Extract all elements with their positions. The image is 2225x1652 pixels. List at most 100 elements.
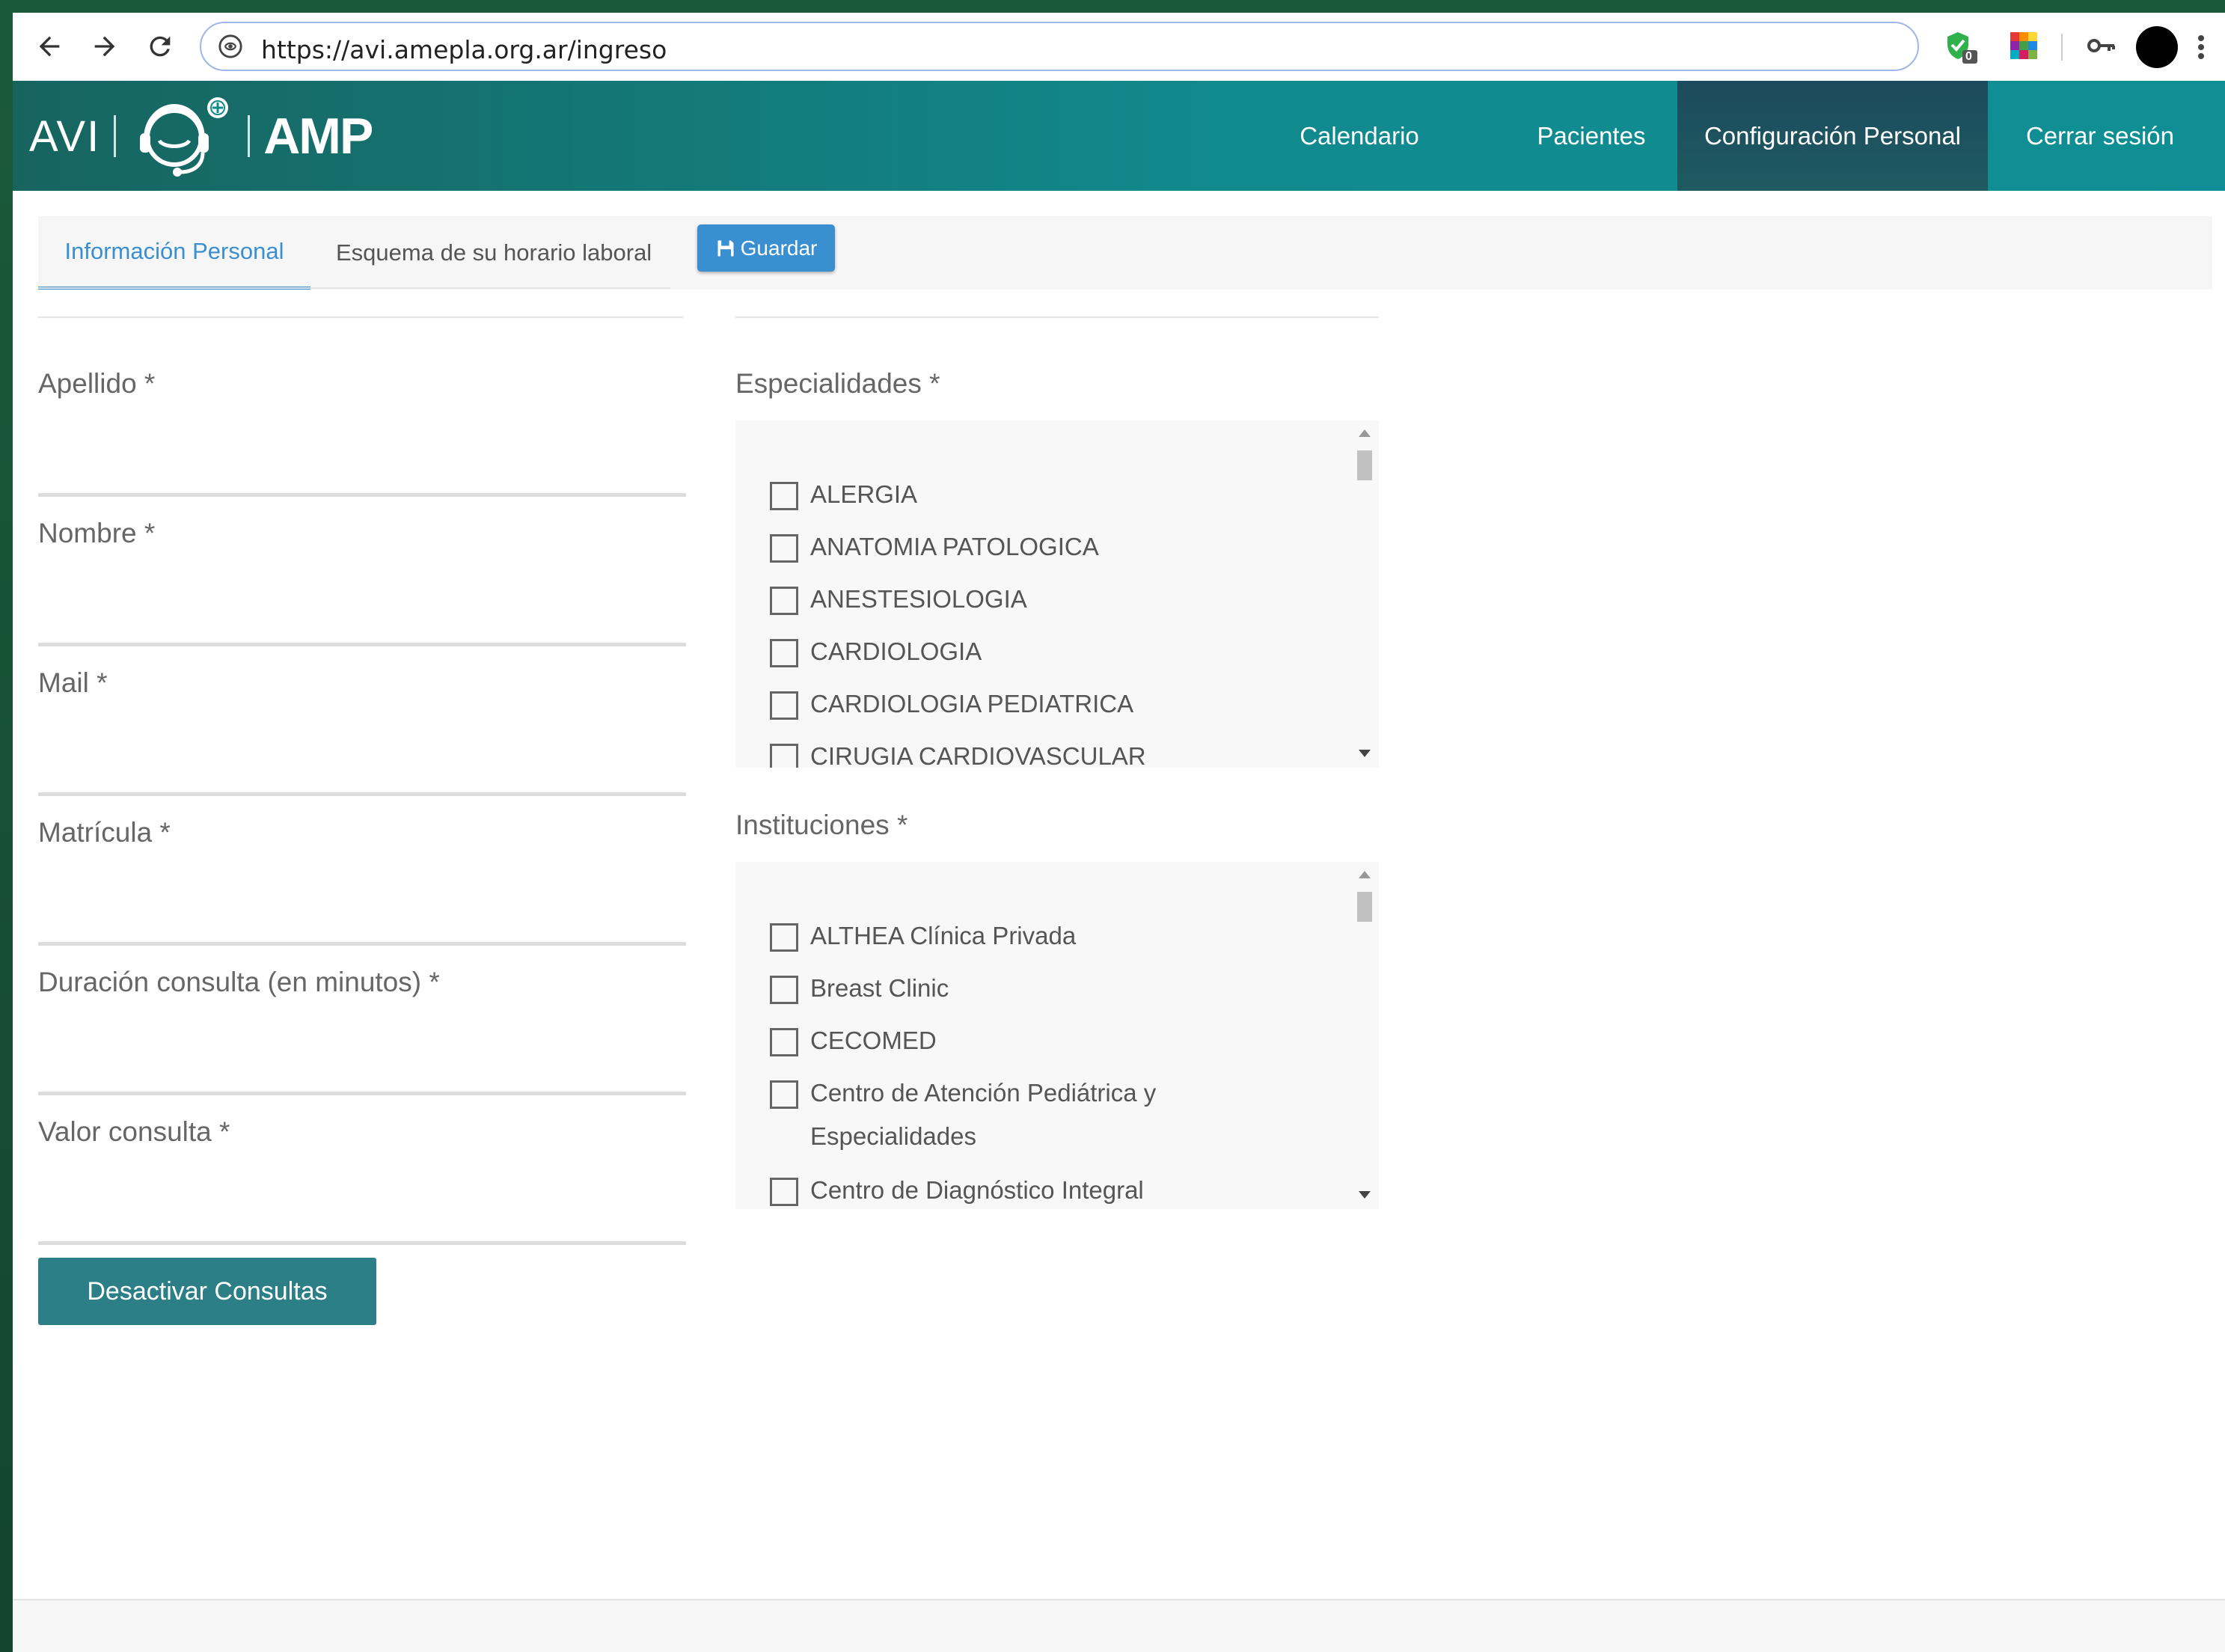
- checkbox[interactable]: [770, 1028, 798, 1056]
- checkbox[interactable]: [770, 691, 798, 720]
- tab-underline: [38, 287, 670, 289]
- headset-doctor-icon: [140, 97, 229, 177]
- color-extension-button[interactable]: [2007, 29, 2043, 65]
- list-item[interactable]: CECOMED: [770, 1027, 937, 1062]
- browser-menu-button[interactable]: [2190, 29, 2225, 65]
- especialidades-scrollbar[interactable]: [1355, 420, 1374, 768]
- checkbox[interactable]: [770, 587, 798, 615]
- checkbox[interactable]: [770, 976, 798, 1004]
- list-item-label: Centro de Diagnóstico Integral: [810, 1176, 1144, 1204]
- profile-avatar[interactable]: [2136, 26, 2178, 68]
- checkbox[interactable]: [770, 639, 798, 667]
- form-top-divider: [38, 316, 683, 318]
- browser-window: https://avi.amepla.org.ar/ingreso 0 AVI: [13, 13, 2225, 1652]
- right-top-divider: [735, 316, 1379, 318]
- list-item[interactable]: Centro de Diagnóstico Integral: [770, 1176, 1144, 1209]
- list-item[interactable]: ANESTESIOLOGIA: [770, 585, 1027, 621]
- especialidades-list[interactable]: ALERGIA ANATOMIA PATOLOGICA ANESTESIOLOG…: [735, 420, 1379, 768]
- scroll-thumb[interactable]: [1357, 450, 1372, 480]
- password-key-button[interactable]: [2085, 29, 2121, 65]
- valor-consulta-label: Valor consulta *: [38, 1116, 230, 1147]
- site-info-icon: [218, 34, 242, 58]
- nav-configuracion-personal[interactable]: Configuración Personal: [1677, 81, 1988, 191]
- more-vert-icon: [2198, 35, 2204, 59]
- nav-calendario[interactable]: Calendario: [1240, 81, 1479, 191]
- list-item-label: CECOMED: [810, 1027, 937, 1054]
- list-item[interactable]: ALTHEA Clínica Privada: [770, 922, 1076, 958]
- save-button[interactable]: Guardar: [697, 224, 835, 272]
- scroll-down-icon[interactable]: [1359, 1191, 1371, 1199]
- reload-button[interactable]: [141, 28, 179, 65]
- list-item[interactable]: CARDIOLOGIA: [770, 637, 982, 673]
- checkbox[interactable]: [770, 744, 798, 768]
- brand-logo[interactable]: AVI AMP: [29, 97, 373, 177]
- duracion-consulta-input[interactable]: [38, 1045, 686, 1095]
- list-item-label: Breast Clinic: [810, 974, 949, 1002]
- apellido-input[interactable]: [38, 447, 686, 497]
- scroll-down-icon[interactable]: [1359, 750, 1371, 757]
- app-header: AVI AMP Calendario Pacientes Configuraci…: [13, 81, 2225, 191]
- page-footer: [13, 1599, 2225, 1652]
- list-item[interactable]: ANATOMIA PATOLOGICA: [770, 533, 1099, 569]
- reload-icon: [150, 36, 171, 57]
- nombre-input[interactable]: [38, 596, 686, 646]
- tab-esquema-horario[interactable]: Esquema de su horario laboral: [336, 216, 652, 290]
- key-icon: [2087, 39, 2115, 52]
- floppy-disk-icon: [717, 240, 734, 256]
- list-item-label: ALTHEA Clínica Privada: [810, 922, 1077, 949]
- back-button[interactable]: [31, 28, 68, 65]
- list-item-label: ANESTESIOLOGIA: [810, 585, 1027, 613]
- checkbox[interactable]: [770, 1080, 798, 1109]
- list-item-label: ANATOMIA PATOLOGICA: [810, 533, 1099, 560]
- mail-label: Mail *: [38, 667, 108, 698]
- especialidades-label: Especialidades *: [735, 368, 940, 399]
- arrow-right-icon: [94, 36, 115, 57]
- list-item-label: CARDIOLOGIA PEDIATRICA: [810, 690, 1134, 718]
- forward-button[interactable]: [86, 28, 123, 65]
- shield-check-icon: [1947, 32, 1977, 64]
- matricula-input[interactable]: [38, 896, 686, 946]
- url-text: https://avi.amepla.org.ar/ingreso: [261, 35, 667, 64]
- nombre-label: Nombre *: [38, 518, 156, 548]
- checkbox[interactable]: [770, 482, 798, 510]
- checkbox[interactable]: [770, 1178, 798, 1206]
- checkbox[interactable]: [770, 534, 798, 563]
- shield-extension-button[interactable]: 0: [1943, 29, 1979, 65]
- browser-toolbar: https://avi.amepla.org.ar/ingreso 0: [13, 13, 2225, 82]
- matricula-label: Matrícula *: [38, 817, 171, 848]
- list-item-label: CARDIOLOGIA: [810, 637, 982, 665]
- desactivar-consultas-button[interactable]: Desactivar Consultas: [38, 1258, 376, 1325]
- duracion-consulta-label: Duración consulta (en minutos) *: [38, 967, 440, 997]
- save-button-label: Guardar: [740, 236, 818, 260]
- nav-pacientes[interactable]: Pacientes: [1479, 81, 1704, 191]
- valor-consulta-input[interactable]: [38, 1195, 686, 1245]
- brand-amp-text: AMP: [263, 108, 373, 165]
- list-item-label: Centro de Atención Pediátrica y Especial…: [810, 1079, 1157, 1150]
- instituciones-scrollbar[interactable]: [1355, 862, 1374, 1209]
- instituciones-list[interactable]: ALTHEA Clínica Privada Breast Clinic CEC…: [735, 862, 1379, 1209]
- extension-badge: 0: [1965, 50, 1972, 63]
- mail-input[interactable]: [38, 746, 686, 796]
- tab-informacion-personal[interactable]: Información Personal: [38, 216, 310, 290]
- brand-separator-2: [248, 115, 251, 157]
- apellido-label: Apellido *: [38, 368, 156, 399]
- toolbar-divider: [2061, 34, 2063, 61]
- scroll-up-icon[interactable]: [1359, 429, 1371, 437]
- scroll-up-icon[interactable]: [1359, 871, 1371, 878]
- scroll-thumb[interactable]: [1357, 892, 1372, 922]
- nav-cerrar-sesion[interactable]: Cerrar sesión: [1988, 81, 2212, 191]
- list-item[interactable]: CARDIOLOGIA PEDIATRICA: [770, 690, 1133, 726]
- checkbox[interactable]: [770, 923, 798, 952]
- list-item[interactable]: CIRUGIA CARDIOVASCULAR: [770, 742, 1146, 768]
- instituciones-label: Instituciones *: [735, 810, 908, 840]
- address-bar[interactable]: https://avi.amepla.org.ar/ingreso: [200, 22, 1919, 71]
- brand-avi-text: AVI: [29, 111, 101, 161]
- brand-separator: [114, 115, 117, 157]
- list-item[interactable]: Breast Clinic: [770, 974, 949, 1010]
- arrow-left-icon: [39, 36, 60, 57]
- list-item[interactable]: ALERGIA: [770, 480, 917, 516]
- list-item[interactable]: Centro de Atención Pediátrica y Especial…: [770, 1079, 1189, 1158]
- color-grid-icon: [2010, 32, 2037, 59]
- list-item-label: ALERGIA: [810, 480, 918, 508]
- list-item-label: CIRUGIA CARDIOVASCULAR: [810, 742, 1146, 768]
